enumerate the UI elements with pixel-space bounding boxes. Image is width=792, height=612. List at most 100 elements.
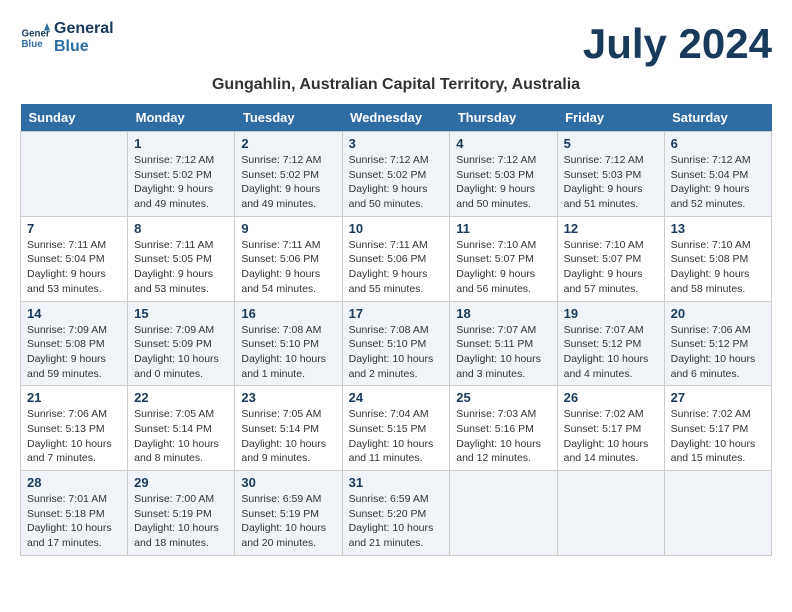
calendar-cell [557, 471, 664, 556]
weekday-header-saturday: Saturday [664, 104, 771, 132]
weekday-header-tuesday: Tuesday [235, 104, 342, 132]
calendar-cell: 14 Sunrise: 7:09 AM Sunset: 5:08 PM Dayli… [21, 301, 128, 386]
calendar-week-row: 1 Sunrise: 7:12 AM Sunset: 5:02 PM Daylig… [21, 132, 772, 217]
calendar-cell: 28Sunrise: 7:01 AM Sunset: 5:18 PM Dayli… [21, 471, 128, 556]
calendar-week-row: 21 Sunrise: 7:06 AM Sunset: 5:13 PM Dayli… [21, 386, 772, 471]
calendar-week-row: 14 Sunrise: 7:09 AM Sunset: 5:08 PM Dayli… [21, 301, 772, 386]
calendar-cell: 11 Sunrise: 7:10 AM Sunset: 5:07 PM Dayli… [450, 216, 557, 301]
day-number: 23 [241, 390, 335, 405]
calendar-cell: 21 Sunrise: 7:06 AM Sunset: 5:13 PM Dayli… [21, 386, 128, 471]
cell-info: Sunrise: 7:09 AM Sunset: 5:09 PM Dayligh… [134, 323, 228, 382]
calendar-cell: 22 Sunrise: 7:05 AM Sunset: 5:14 PM Dayli… [128, 386, 235, 471]
cell-info: Sunrise: 7:11 AM Sunset: 5:06 PM Dayligh… [241, 238, 335, 297]
calendar-cell: 1 Sunrise: 7:12 AM Sunset: 5:02 PM Daylig… [128, 132, 235, 217]
day-number: 17 [349, 306, 444, 321]
day-number: 12 [564, 221, 658, 236]
day-number: 26 [564, 390, 658, 405]
cell-info: Sunrise: 7:05 AM Sunset: 5:14 PM Dayligh… [241, 407, 335, 466]
cell-info: Sunrise: 7:10 AM Sunset: 5:07 PM Dayligh… [564, 238, 658, 297]
calendar-table: SundayMondayTuesdayWednesdayThursdayFrid… [20, 104, 772, 556]
cell-info: Sunrise: 7:12 AM Sunset: 5:03 PM Dayligh… [564, 153, 658, 212]
cell-info: Sunrise: 7:02 AM Sunset: 5:17 PM Dayligh… [671, 407, 765, 466]
calendar-cell: 25 Sunrise: 7:03 AM Sunset: 5:16 PM Dayli… [450, 386, 557, 471]
day-number: 3 [349, 136, 444, 151]
day-number: 14 [27, 306, 121, 321]
weekday-header-sunday: Sunday [21, 104, 128, 132]
day-number: 1 [134, 136, 228, 151]
calendar-cell [21, 132, 128, 217]
day-number: 2 [241, 136, 335, 151]
page-header: General Blue General Blue July 2024 [20, 20, 772, 68]
cell-info: Sunrise: 7:04 AM Sunset: 5:15 PM Dayligh… [349, 407, 444, 466]
calendar-body: 1 Sunrise: 7:12 AM Sunset: 5:02 PM Daylig… [21, 132, 772, 556]
day-number: 4 [456, 136, 550, 151]
day-number: 28 [27, 475, 121, 490]
calendar-cell: 18Sunrise: 7:07 AM Sunset: 5:11 PM Dayli… [450, 301, 557, 386]
calendar-cell: 31Sunrise: 6:59 AM Sunset: 5:20 PM Dayli… [342, 471, 450, 556]
calendar-cell: 6 Sunrise: 7:12 AM Sunset: 5:04 PM Daylig… [664, 132, 771, 217]
cell-info: Sunrise: 7:12 AM Sunset: 5:02 PM Dayligh… [241, 153, 335, 212]
day-number: 20 [671, 306, 765, 321]
day-number: 7 [27, 221, 121, 236]
calendar-cell: 26 Sunrise: 7:02 AM Sunset: 5:17 PM Dayli… [557, 386, 664, 471]
cell-info: Sunrise: 7:08 AM Sunset: 5:10 PM Dayligh… [349, 323, 444, 382]
calendar-cell: 9 Sunrise: 7:11 AM Sunset: 5:06 PM Daylig… [235, 216, 342, 301]
cell-info: Sunrise: 7:12 AM Sunset: 5:04 PM Dayligh… [671, 153, 765, 212]
logo-icon: General Blue [20, 23, 50, 53]
logo: General Blue General Blue [20, 20, 114, 55]
cell-info: Sunrise: 6:59 AM Sunset: 5:19 PM Dayligh… [241, 492, 335, 551]
calendar-cell: 27Sunrise: 7:02 AM Sunset: 5:17 PM Dayli… [664, 386, 771, 471]
cell-info: Sunrise: 7:02 AM Sunset: 5:17 PM Dayligh… [564, 407, 658, 466]
cell-info: Sunrise: 7:12 AM Sunset: 5:02 PM Dayligh… [349, 153, 444, 212]
weekday-header-thursday: Thursday [450, 104, 557, 132]
calendar-cell [664, 471, 771, 556]
calendar-cell: 24 Sunrise: 7:04 AM Sunset: 5:15 PM Dayli… [342, 386, 450, 471]
cell-info: Sunrise: 7:10 AM Sunset: 5:07 PM Dayligh… [456, 238, 550, 297]
cell-info: Sunrise: 7:05 AM Sunset: 5:14 PM Dayligh… [134, 407, 228, 466]
calendar-cell: 4 Sunrise: 7:12 AM Sunset: 5:03 PM Daylig… [450, 132, 557, 217]
calendar-cell: 17 Sunrise: 7:08 AM Sunset: 5:10 PM Dayli… [342, 301, 450, 386]
calendar-cell: 3 Sunrise: 7:12 AM Sunset: 5:02 PM Daylig… [342, 132, 450, 217]
day-number: 21 [27, 390, 121, 405]
svg-text:Blue: Blue [22, 39, 44, 50]
day-number: 5 [564, 136, 658, 151]
cell-info: Sunrise: 7:09 AM Sunset: 5:08 PM Dayligh… [27, 323, 121, 382]
calendar-cell: 13 Sunrise: 7:10 AM Sunset: 5:08 PM Dayli… [664, 216, 771, 301]
cell-info: Sunrise: 7:11 AM Sunset: 5:05 PM Dayligh… [134, 238, 228, 297]
calendar-cell: 10Sunrise: 7:11 AM Sunset: 5:06 PM Dayli… [342, 216, 450, 301]
cell-info: Sunrise: 7:06 AM Sunset: 5:13 PM Dayligh… [27, 407, 121, 466]
calendar-cell: 19Sunrise: 7:07 AM Sunset: 5:12 PM Dayli… [557, 301, 664, 386]
cell-info: Sunrise: 7:10 AM Sunset: 5:08 PM Dayligh… [671, 238, 765, 297]
calendar-header-row: SundayMondayTuesdayWednesdayThursdayFrid… [21, 104, 772, 132]
day-number: 9 [241, 221, 335, 236]
day-number: 6 [671, 136, 765, 151]
cell-info: Sunrise: 7:06 AM Sunset: 5:12 PM Dayligh… [671, 323, 765, 382]
day-number: 18 [456, 306, 550, 321]
day-number: 13 [671, 221, 765, 236]
day-number: 11 [456, 221, 550, 236]
day-number: 30 [241, 475, 335, 490]
calendar-week-row: 7Sunrise: 7:11 AM Sunset: 5:04 PM Daylig… [21, 216, 772, 301]
day-number: 8 [134, 221, 228, 236]
location-subtitle: Gungahlin, Australian Capital Territory,… [20, 76, 772, 94]
cell-info: Sunrise: 7:03 AM Sunset: 5:16 PM Dayligh… [456, 407, 550, 466]
cell-info: Sunrise: 7:11 AM Sunset: 5:06 PM Dayligh… [349, 238, 444, 297]
cell-info: Sunrise: 7:08 AM Sunset: 5:10 PM Dayligh… [241, 323, 335, 382]
calendar-cell: 5 Sunrise: 7:12 AM Sunset: 5:03 PM Daylig… [557, 132, 664, 217]
logo-text: General Blue [54, 20, 114, 55]
calendar-cell: 23 Sunrise: 7:05 AM Sunset: 5:14 PM Dayli… [235, 386, 342, 471]
calendar-cell: 12 Sunrise: 7:10 AM Sunset: 5:07 PM Dayli… [557, 216, 664, 301]
day-number: 25 [456, 390, 550, 405]
calendar-cell: 2 Sunrise: 7:12 AM Sunset: 5:02 PM Daylig… [235, 132, 342, 217]
cell-info: Sunrise: 7:12 AM Sunset: 5:02 PM Dayligh… [134, 153, 228, 212]
day-number: 24 [349, 390, 444, 405]
calendar-week-row: 28Sunrise: 7:01 AM Sunset: 5:18 PM Dayli… [21, 471, 772, 556]
cell-info: Sunrise: 7:12 AM Sunset: 5:03 PM Dayligh… [456, 153, 550, 212]
day-number: 15 [134, 306, 228, 321]
day-number: 22 [134, 390, 228, 405]
calendar-cell: 30 Sunrise: 6:59 AM Sunset: 5:19 PM Dayli… [235, 471, 342, 556]
weekday-header-wednesday: Wednesday [342, 104, 450, 132]
calendar-cell: 29Sunrise: 7:00 AM Sunset: 5:19 PM Dayli… [128, 471, 235, 556]
calendar-cell: 15 Sunrise: 7:09 AM Sunset: 5:09 PM Dayli… [128, 301, 235, 386]
calendar-cell [450, 471, 557, 556]
